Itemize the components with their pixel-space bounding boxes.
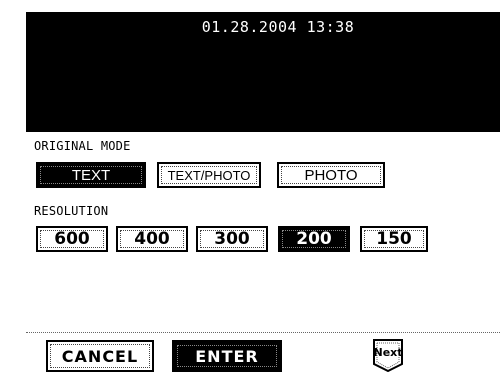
- status-header: 01.28.2004 13:38: [26, 12, 500, 132]
- resolution-300-button[interactable]: 300: [196, 226, 268, 252]
- resolution-150-button[interactable]: 150: [360, 226, 428, 252]
- next-label: Next: [373, 346, 403, 359]
- resolution-400-button[interactable]: 400: [116, 226, 188, 252]
- copier-panel: 01.28.2004 13:38 ORIGINAL MODE TEXT TEXT…: [26, 12, 500, 372]
- resolution-label: RESOLUTION: [34, 204, 109, 218]
- date-time-display: 01.28.2004 13:38: [201, 18, 355, 36]
- mode-text-photo-button[interactable]: TEXT/PHOTO: [157, 162, 261, 188]
- footer-divider: [26, 332, 500, 333]
- mode-text-button[interactable]: TEXT: [36, 162, 146, 188]
- enter-button[interactable]: ENTER: [172, 340, 282, 372]
- cancel-button[interactable]: CANCEL: [46, 340, 154, 372]
- next-button[interactable]: Next: [372, 338, 404, 372]
- original-mode-label: ORIGINAL MODE: [34, 139, 131, 153]
- resolution-200-button[interactable]: 200: [278, 226, 350, 252]
- mode-photo-button[interactable]: PHOTO: [277, 162, 385, 188]
- resolution-600-button[interactable]: 600: [36, 226, 108, 252]
